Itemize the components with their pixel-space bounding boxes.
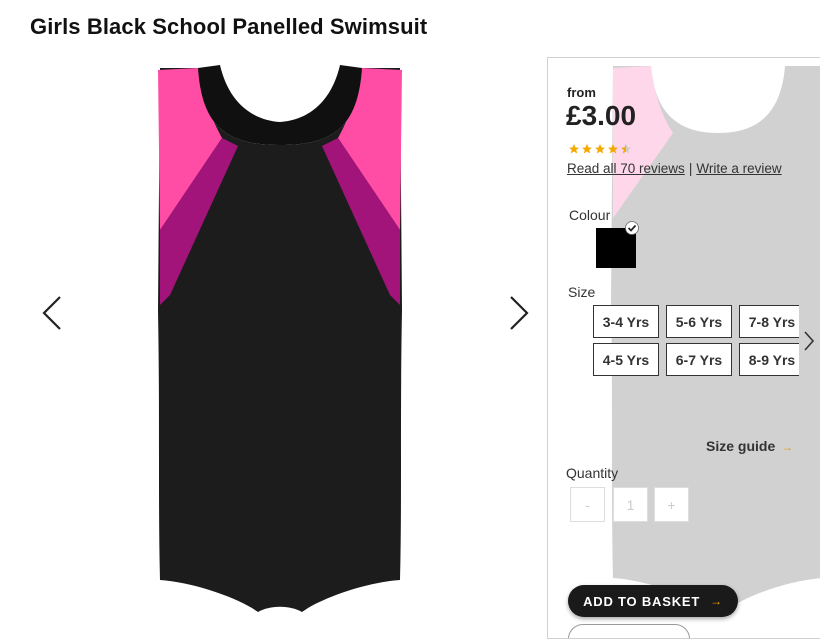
product-details-panel: from £3.00 Read all 70 reviews | Write a r… [547,57,820,639]
add-to-basket-label: ADD TO BASKET [583,593,701,609]
star-icon [582,144,592,154]
size-guide-label: Size guide [706,438,776,454]
size-option[interactable]: 3-4 Yrs [593,305,659,338]
size-option[interactable]: 5-6 Yrs [666,305,732,338]
page-title: Girls Black School Panelled Swimsuit [30,14,428,39]
star-half-icon [621,144,631,154]
quantity-label: Quantity [566,465,619,481]
size-label: Size [568,284,596,300]
price-from-label: from [567,85,596,100]
star-icon [595,144,605,154]
product-gallery [0,60,545,627]
chevron-right-icon[interactable] [803,330,815,352]
write-review-link[interactable]: Write a review [696,161,781,176]
star-icon [569,144,579,154]
chevron-left-icon[interactable] [40,295,66,331]
price-amount: £3.00 [566,100,637,131]
product-image [158,65,402,612]
size-guide-link[interactable]: Size guide → [706,438,793,454]
chevron-right-icon[interactable] [505,295,531,331]
reviews-separator: | [688,161,693,176]
size-option[interactable]: 7-8 Yrs [739,305,799,338]
quantity-input[interactable]: 1 [613,487,648,522]
read-reviews-link[interactable]: Read all 70 reviews [567,161,685,176]
size-option[interactable]: 4-5 Yrs [593,343,659,376]
arrow-right-icon: → [710,594,723,608]
secondary-button[interactable] [568,624,690,638]
arrow-right-icon: → [781,440,794,454]
star-icon [608,144,618,154]
add-to-basket-button[interactable]: ADD TO BASKET → [568,585,738,617]
size-options: 3-4 Yrs 5-6 Yrs 7-8 Yrs 4-5 Yrs 6-7 Yrs … [593,305,799,381]
check-icon [625,221,639,235]
rating-stars [568,143,632,155]
size-option[interactable]: 6-7 Yrs [666,343,732,376]
quantity-decrement-button[interactable]: - [570,487,605,522]
size-option[interactable]: 8-9 Yrs [739,343,799,376]
colour-label: Colour [569,207,611,223]
quantity-increment-button[interactable]: + [654,487,689,522]
reviews-links: Read all 70 reviews | Write a review [567,161,782,176]
